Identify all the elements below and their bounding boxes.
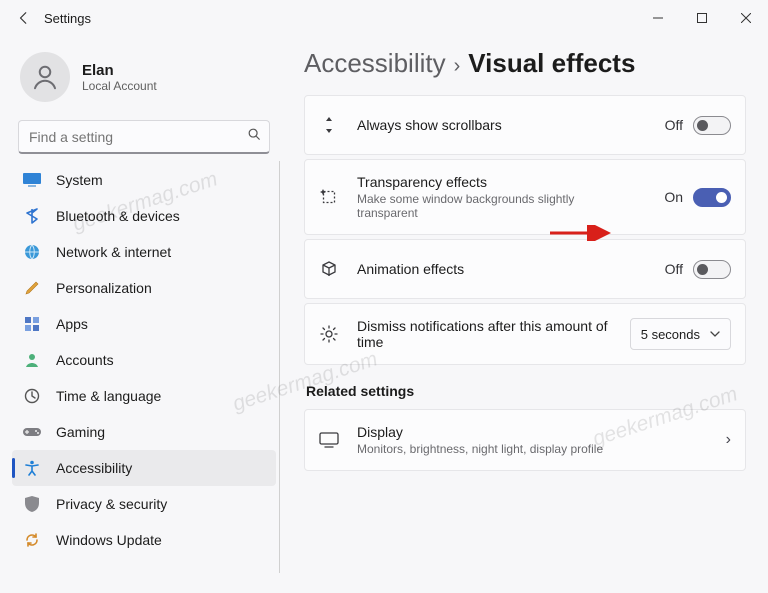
sparkle-frame-icon xyxy=(319,187,339,207)
sidebar-item-personalization[interactable]: Personalization xyxy=(12,270,276,306)
person-icon xyxy=(22,350,42,370)
dropdown-value: 5 seconds xyxy=(641,327,700,342)
setting-title: Always show scrollbars xyxy=(357,117,665,133)
bluetooth-icon xyxy=(22,206,42,226)
user-name: Elan xyxy=(82,62,157,79)
toggle-scrollbars[interactable] xyxy=(693,116,731,135)
sidebar-item-label: Accessibility xyxy=(56,460,132,476)
updown-arrows-icon xyxy=(319,115,339,135)
setting-dismiss-time[interactable]: Dismiss notifications after this amount … xyxy=(304,303,746,365)
toggle-label: On xyxy=(664,189,683,205)
sidebar-item-label: Accounts xyxy=(56,352,114,368)
sidebar-item-system[interactable]: System xyxy=(12,162,276,198)
toggle-label: Off xyxy=(665,117,683,133)
sidebar: Elan Local Account System Bluetooth & de… xyxy=(0,36,280,593)
sidebar-item-label: Apps xyxy=(56,316,88,332)
sidebar-item-accounts[interactable]: Accounts xyxy=(12,342,276,378)
globe-icon xyxy=(22,242,42,262)
chevron-right-icon: › xyxy=(726,431,731,449)
setting-transparency[interactable]: Transparency effects Make some window ba… xyxy=(304,159,746,235)
sidebar-item-label: Privacy & security xyxy=(56,496,167,512)
related-display[interactable]: Display Monitors, brightness, night ligh… xyxy=(304,409,746,471)
toggle-transparency[interactable] xyxy=(693,188,731,207)
gamepad-icon xyxy=(22,422,42,442)
nav-list: System Bluetooth & devices Network & int… xyxy=(12,162,276,558)
sidebar-item-time[interactable]: Time & language xyxy=(12,378,276,414)
sidebar-item-bluetooth[interactable]: Bluetooth & devices xyxy=(12,198,276,234)
back-button[interactable] xyxy=(8,2,40,34)
sidebar-item-gaming[interactable]: Gaming xyxy=(12,414,276,450)
toggle-label: Off xyxy=(665,261,683,277)
close-button[interactable] xyxy=(724,2,768,34)
search-input[interactable] xyxy=(27,128,247,146)
related-desc: Monitors, brightness, night light, displ… xyxy=(357,442,726,456)
user-block[interactable]: Elan Local Account xyxy=(12,44,276,116)
sidebar-item-apps[interactable]: Apps xyxy=(12,306,276,342)
search-icon xyxy=(247,127,261,146)
sidebar-item-privacy[interactable]: Privacy & security xyxy=(12,486,276,522)
setting-animation[interactable]: Animation effects Off xyxy=(304,239,746,299)
sidebar-item-label: Time & language xyxy=(56,388,161,404)
avatar xyxy=(20,52,70,102)
related-title: Display xyxy=(357,424,726,440)
user-role: Local Account xyxy=(82,79,157,93)
sidebar-item-label: Gaming xyxy=(56,424,105,440)
sidebar-item-network[interactable]: Network & internet xyxy=(12,234,276,270)
related-heading: Related settings xyxy=(306,383,746,399)
title-bar: Settings xyxy=(0,0,768,36)
window-controls xyxy=(636,2,768,34)
clock-icon xyxy=(22,386,42,406)
sidebar-item-label: Bluetooth & devices xyxy=(56,208,180,224)
monitor-icon xyxy=(22,170,42,190)
chevron-right-icon: › xyxy=(454,55,461,78)
setting-scrollbars[interactable]: Always show scrollbars Off xyxy=(304,95,746,155)
setting-title: Transparency effects xyxy=(357,174,664,190)
update-icon xyxy=(22,530,42,550)
display-icon xyxy=(319,430,339,450)
cube-icon xyxy=(319,259,339,279)
paintbrush-icon xyxy=(22,278,42,298)
maximize-button[interactable] xyxy=(680,2,724,34)
main-pane: Accessibility › Visual effects Always sh… xyxy=(280,36,768,593)
sidebar-item-label: Windows Update xyxy=(56,532,162,548)
grid-icon xyxy=(22,314,42,334)
page-title: Visual effects xyxy=(468,48,635,79)
sidebar-item-label: Network & internet xyxy=(56,244,171,260)
sidebar-item-accessibility[interactable]: Accessibility xyxy=(12,450,276,486)
dismiss-time-dropdown[interactable]: 5 seconds xyxy=(630,318,731,350)
accessibility-icon xyxy=(22,458,42,478)
chevron-down-icon xyxy=(710,327,720,342)
brightness-icon xyxy=(319,324,339,344)
sidebar-item-label: Personalization xyxy=(56,280,152,296)
breadcrumb: Accessibility › Visual effects xyxy=(304,48,746,79)
toggle-animation[interactable] xyxy=(693,260,731,279)
window-title: Settings xyxy=(44,11,91,26)
sidebar-item-label: System xyxy=(56,172,103,188)
setting-title: Dismiss notifications after this amount … xyxy=(357,318,630,350)
setting-desc: Make some window backgrounds slightly tr… xyxy=(357,192,617,220)
setting-title: Animation effects xyxy=(357,261,665,277)
minimize-button[interactable] xyxy=(636,2,680,34)
breadcrumb-parent[interactable]: Accessibility xyxy=(304,48,446,79)
sidebar-item-update[interactable]: Windows Update xyxy=(12,522,276,558)
search-box[interactable] xyxy=(18,120,270,154)
shield-icon xyxy=(22,494,42,514)
